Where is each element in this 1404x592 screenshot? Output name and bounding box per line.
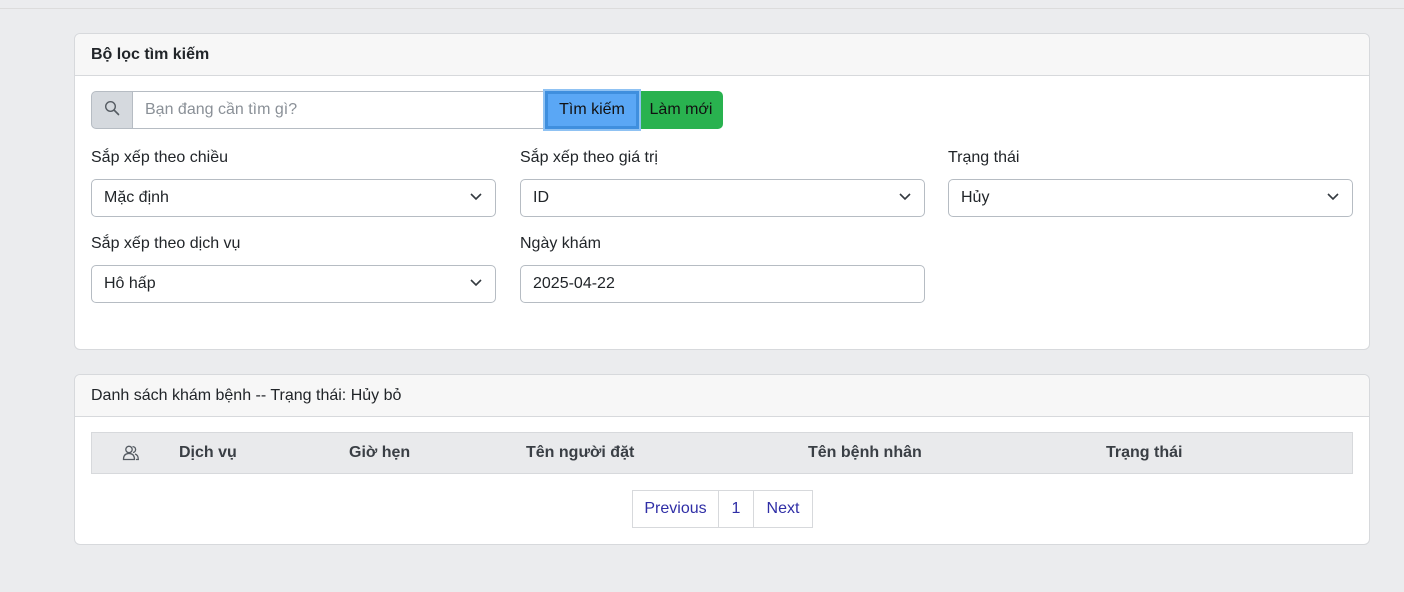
chevron-down-icon [469,275,483,294]
search-group: Tìm kiếm Làm mới [91,91,723,129]
filter-card-header: Bộ lọc tìm kiếm [75,34,1369,76]
appointment-list-card: Danh sách khám bệnh -- Trạng thái: Hủy b… [74,374,1370,545]
status-label: Trạng thái [948,149,1020,166]
exam-date-value: 2025-04-22 [533,275,615,292]
users-icon [122,433,140,473]
exam-date-field: Ngày khám 2025-04-22 [520,233,925,303]
status-field: Trạng thái Hủy [948,147,1353,217]
next-page-button[interactable]: Next [754,490,813,528]
chevron-down-icon [898,189,912,208]
exam-date-input[interactable]: 2025-04-22 [520,265,925,303]
column-booker-name[interactable]: Tên người đặt [526,433,634,473]
sort-direction-label: Sắp xếp theo chiều [91,149,228,166]
refresh-button[interactable]: Làm mới [639,91,723,129]
service-label: Sắp xếp theo dịch vụ [91,235,241,252]
sort-value-label: Sắp xếp theo giá trị [520,149,658,166]
sort-direction-value: Mặc định [104,189,169,206]
service-select[interactable]: Hô hấp [91,265,496,303]
filter-title: Bộ lọc tìm kiếm [91,45,210,63]
list-title: Danh sách khám bệnh -- Trạng thái: Hủy b… [91,386,402,404]
sort-direction-field: Sắp xếp theo chiều Mặc định [91,147,496,217]
service-value: Hô hấp [104,275,156,292]
column-appointment-time[interactable]: Giờ hẹn [349,433,410,473]
search-icon [104,100,120,121]
table-header: Dịch vụ Giờ hẹn Tên người đặt Tên bệnh n… [91,432,1353,474]
sort-direction-select[interactable]: Mặc định [91,179,496,217]
search-button[interactable]: Tìm kiếm [545,91,639,129]
previous-page-button[interactable]: Previous [632,490,719,528]
status-select[interactable]: Hủy [948,179,1353,217]
column-status[interactable]: Trạng thái [1106,433,1182,473]
exam-date-label: Ngày khám [520,235,601,252]
search-input[interactable] [133,91,545,129]
sort-value-field: Sắp xếp theo giá trị ID [520,147,925,217]
sort-value-select[interactable]: ID [520,179,925,217]
filter-card: Bộ lọc tìm kiếm Tìm kiếm Làm mới Sắp xếp… [74,33,1370,350]
list-card-header: Danh sách khám bệnh -- Trạng thái: Hủy b… [75,375,1369,417]
status-value: Hủy [961,189,990,206]
sort-value-value: ID [533,189,549,206]
top-divider [0,0,1404,9]
column-service[interactable]: Dịch vụ [179,433,237,473]
chevron-down-icon [1326,189,1340,208]
column-patient-name[interactable]: Tên bệnh nhân [808,433,922,473]
service-field: Sắp xếp theo dịch vụ Hô hấp [91,233,496,303]
pagination: Previous 1 Next [632,490,813,528]
search-addon [91,91,133,129]
page-1-button[interactable]: 1 [719,490,754,528]
chevron-down-icon [469,189,483,208]
